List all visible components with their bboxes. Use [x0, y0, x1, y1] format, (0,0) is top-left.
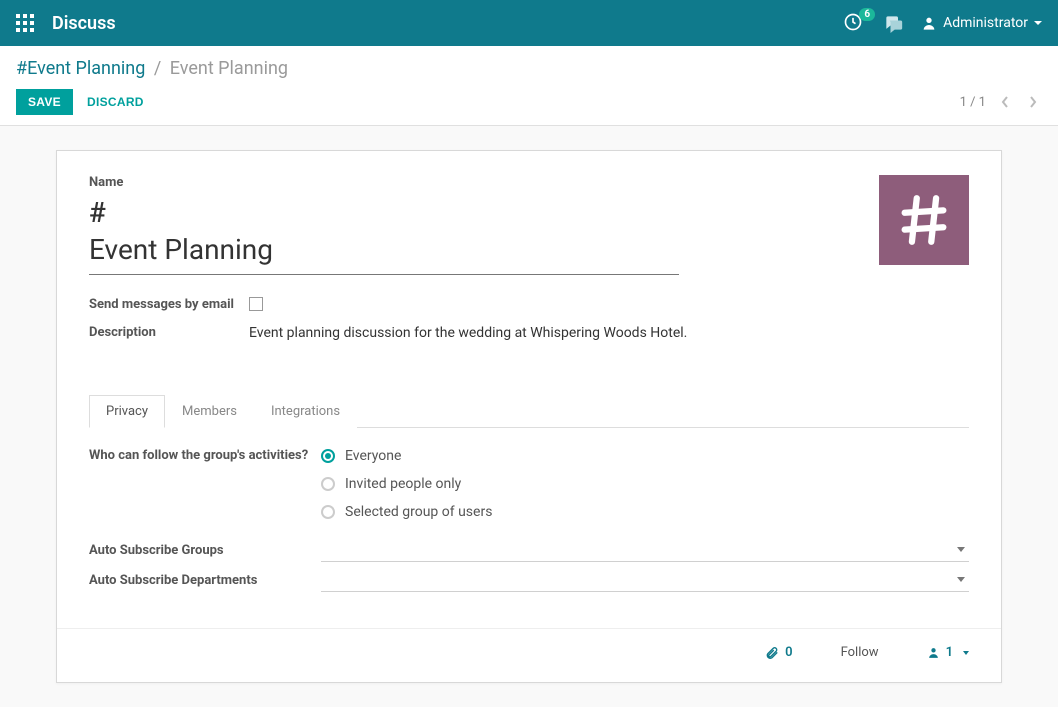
radio-selected-group[interactable]: Selected group of users [321, 504, 492, 520]
pager-text: 1 / 1 [960, 95, 986, 110]
chatter-bar: 0 Follow 1 [57, 628, 1001, 682]
privacy-radio-group: Everyone Invited people only Selected gr… [321, 448, 492, 520]
attach-count: 0 [785, 645, 792, 660]
radio-label: Invited people only [345, 476, 461, 492]
privacy-question: Who can follow the group's activities? [89, 448, 321, 463]
paperclip-icon [765, 646, 779, 660]
apps-icon[interactable] [16, 14, 34, 32]
channel-avatar[interactable] [879, 175, 969, 265]
tab-members[interactable]: Members [165, 395, 254, 428]
user-icon [927, 646, 940, 659]
radio-label: Everyone [345, 448, 401, 464]
chevron-right-icon [1028, 95, 1038, 109]
auto-depts-label: Auto Subscribe Departments [89, 573, 321, 588]
user-menu[interactable]: Administrator [921, 15, 1042, 31]
form-sheet: Name # Send messages by email Descriptio… [56, 150, 1002, 683]
send-email-checkbox[interactable] [249, 297, 263, 311]
attachments-button[interactable]: 0 [765, 645, 792, 660]
radio-dot-icon [321, 505, 335, 519]
tab-privacy[interactable]: Privacy [89, 395, 165, 428]
follower-count: 1 [946, 645, 953, 660]
breadcrumb: #Event Planning / Event Planning [16, 58, 1042, 79]
caret-down-icon [1034, 21, 1042, 25]
save-button[interactable]: SAVE [16, 89, 73, 115]
caret-down-icon[interactable] [963, 651, 969, 655]
user-icon [921, 15, 937, 31]
pager-next[interactable] [1024, 93, 1042, 111]
chevron-left-icon [1000, 95, 1010, 109]
breadcrumb-parent[interactable]: #Event Planning [16, 58, 145, 79]
pager-prev[interactable] [996, 93, 1014, 111]
auto-groups-label: Auto Subscribe Groups [89, 543, 321, 558]
activity-badge: 6 [859, 8, 875, 21]
description-label: Description [89, 321, 249, 340]
auto-groups-select[interactable] [321, 538, 969, 562]
chat-icon[interactable] [883, 13, 903, 33]
discard-button[interactable]: DISCARD [87, 95, 144, 109]
user-name: Administrator [943, 15, 1028, 31]
control-bar: #Event Planning / Event Planning SAVE DI… [0, 46, 1058, 126]
name-label: Name [89, 175, 679, 190]
auto-depts-select[interactable] [321, 568, 969, 592]
radio-label: Selected group of users [345, 504, 492, 520]
radio-everyone[interactable]: Everyone [321, 448, 492, 464]
app-brand: Discuss [52, 13, 116, 34]
description-input[interactable] [249, 321, 939, 364]
breadcrumb-current: Event Planning [170, 58, 288, 79]
tab-integrations[interactable]: Integrations [254, 395, 357, 428]
follow-button[interactable]: Follow [841, 645, 879, 660]
pager: 1 / 1 [960, 93, 1042, 111]
radio-invited[interactable]: Invited people only [321, 476, 492, 492]
breadcrumb-separator: / [154, 58, 161, 79]
tab-content-privacy: Who can follow the group's activities? E… [89, 428, 969, 628]
followers-button[interactable]: 1 [927, 645, 953, 660]
top-navbar: Discuss 6 Administrator [0, 0, 1058, 46]
send-email-label: Send messages by email [89, 293, 249, 312]
radio-dot-icon [321, 477, 335, 491]
name-input[interactable] [89, 229, 679, 275]
hash-icon [895, 191, 953, 249]
radio-dot-icon [321, 449, 335, 463]
tabs: Privacy Members Integrations [89, 394, 969, 428]
activity-indicator[interactable]: 6 [843, 12, 865, 34]
hash-prefix: # [89, 196, 679, 229]
